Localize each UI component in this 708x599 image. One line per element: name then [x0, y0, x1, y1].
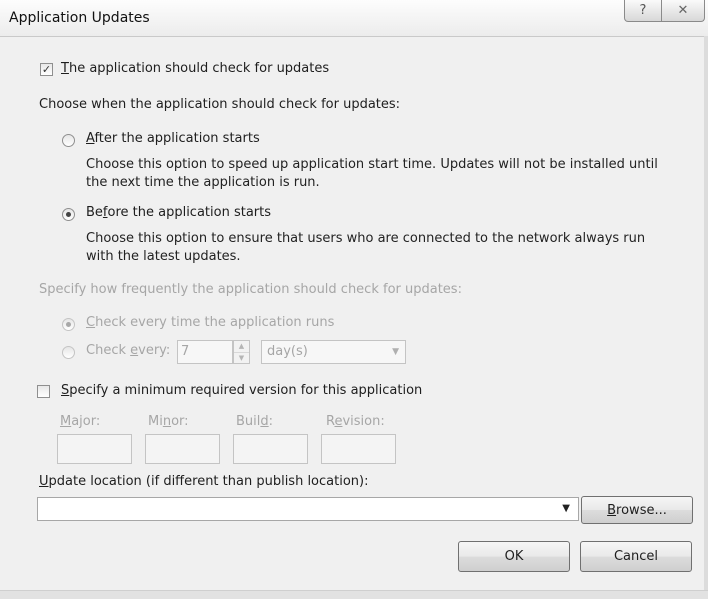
- interval-unit-select[interactable]: day(s) ▼: [261, 340, 406, 364]
- revision-input[interactable]: [321, 434, 396, 464]
- close-button[interactable]: ✕: [661, 0, 705, 22]
- after-start-description: Choose this option to speed up applicati…: [86, 157, 658, 190]
- browse-button[interactable]: Browse...: [581, 496, 693, 524]
- spin-down-icon[interactable]: ▼: [234, 353, 249, 364]
- after-start-label[interactable]: After the application starts: [86, 131, 260, 146]
- minor-input[interactable]: [145, 434, 220, 464]
- update-location-combo[interactable]: ▼: [37, 497, 579, 521]
- min-version-checkbox[interactable]: [37, 385, 50, 398]
- minor-label: Minor:: [148, 414, 189, 429]
- help-icon: ?: [639, 3, 647, 18]
- interval-input[interactable]: 7: [177, 340, 233, 364]
- cancel-button-label: Cancel: [613, 549, 659, 564]
- check-every-time-radio[interactable]: [62, 318, 75, 331]
- window-title: Application Updates: [9, 10, 150, 26]
- browse-button-label: Browse...: [607, 502, 667, 518]
- ok-button[interactable]: OK: [458, 541, 570, 572]
- major-label: Major:: [60, 414, 101, 429]
- revision-label: Revision:: [326, 414, 385, 429]
- cancel-button[interactable]: Cancel: [580, 541, 692, 572]
- build-label: Build:: [236, 414, 274, 429]
- when-heading: Choose when the application should check…: [39, 97, 401, 112]
- before-start-label[interactable]: Before the application starts: [86, 205, 271, 220]
- check-updates-checkbox[interactable]: ✓: [40, 63, 53, 76]
- checkmark-icon: ✓: [41, 63, 52, 76]
- radio-dot: [66, 322, 71, 327]
- close-icon: ✕: [677, 3, 689, 18]
- major-input[interactable]: [57, 434, 132, 464]
- check-every-label[interactable]: Check every:: [86, 343, 170, 358]
- spin-up-icon[interactable]: ▲: [234, 341, 249, 353]
- interval-spinner[interactable]: ▲ ▼: [233, 340, 250, 364]
- check-every-time-label[interactable]: Check every time the application runs: [86, 315, 334, 330]
- ok-button-label: OK: [504, 549, 524, 564]
- help-button[interactable]: ?: [624, 0, 662, 22]
- window-frame-right: [704, 36, 708, 592]
- radio-dot: [66, 212, 71, 217]
- update-location-value: [38, 501, 42, 516]
- frequency-heading: Specify how frequently the application s…: [39, 282, 462, 297]
- before-start-description: Choose this option to ensure that users …: [86, 231, 646, 264]
- before-start-radio[interactable]: [62, 208, 75, 221]
- dropdown-arrow-icon: ▼: [392, 347, 399, 357]
- after-start-radio[interactable]: [62, 134, 75, 147]
- min-version-label[interactable]: Specify a minimum required version for t…: [61, 383, 422, 398]
- check-every-radio[interactable]: [62, 346, 75, 359]
- update-location-label: Update location (if different than publi…: [39, 474, 369, 489]
- dropdown-arrow-icon[interactable]: ▼: [562, 503, 570, 514]
- check-updates-label[interactable]: The application should check for updates: [61, 61, 329, 76]
- title-bar: Application Updates ? ✕: [0, 0, 708, 37]
- build-input[interactable]: [233, 434, 308, 464]
